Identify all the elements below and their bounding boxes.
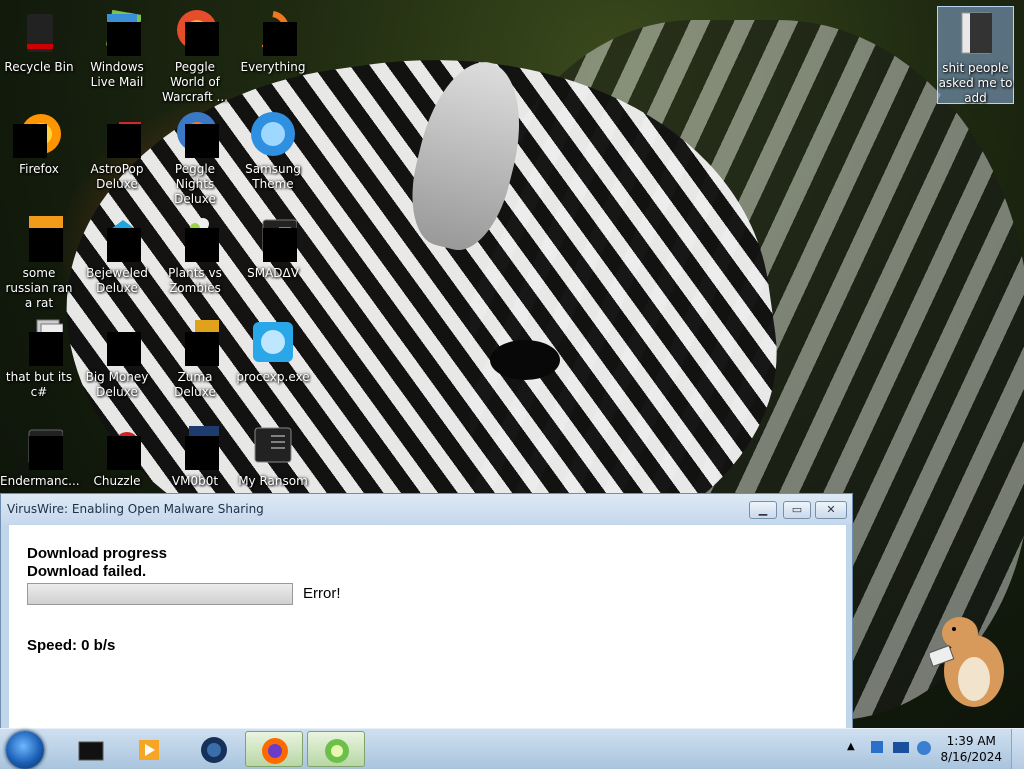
window-title: VirusWire: Enabling Open Malware Sharing	[7, 502, 264, 516]
download-progress-bar	[27, 583, 293, 605]
desktop-icon-recycle-bin[interactable]: Recycle Bin	[0, 8, 78, 75]
close-button[interactable]: ✕	[815, 501, 847, 519]
desktop-icon-windows-live-mail[interactable]: Windows Live Mail	[78, 8, 156, 90]
window-content: Download progress Download failed. Error…	[9, 525, 846, 728]
clock-date: 8/16/2024	[940, 750, 1002, 764]
download-header: Download progress Download failed.	[27, 545, 167, 581]
firefox-icon	[262, 738, 288, 764]
peggle-icon	[171, 110, 219, 158]
speed-label: Speed: 0 b/s	[27, 637, 116, 654]
minimize-button[interactable]: ▁	[749, 501, 777, 519]
network-icon[interactable]	[869, 739, 887, 757]
gem-icon	[93, 214, 141, 262]
taskbar-app-media-player[interactable]	[120, 731, 178, 767]
desktop-icon-zuma-deluxe[interactable]: Zuma Deluxe	[156, 318, 234, 400]
desktop-icon-everything[interactable]: Everything	[234, 8, 312, 75]
game-icon	[93, 318, 141, 366]
game-icon	[93, 422, 141, 470]
taskbar-app-firefox[interactable]	[245, 731, 303, 767]
desktop-icon-samsung-theme[interactable]: Samsung Theme	[234, 110, 312, 192]
theme-icon	[249, 110, 297, 158]
desktop-icon-peggle-nights-deluxe[interactable]: Peggle Nights Deluxe	[156, 110, 234, 207]
folder-icon	[952, 9, 1000, 57]
desktop-icon-some-russian-ran-a-rat[interactable]: some russian ran a rat	[0, 214, 78, 311]
firefox-icon	[13, 110, 63, 158]
taskbar-app-cmd[interactable]	[62, 731, 120, 767]
cmd-icon	[78, 741, 104, 761]
monitor-icon[interactable]	[892, 739, 910, 757]
desktop-icon-my-ransom[interactable]: My Ransom	[234, 422, 312, 489]
desktop-icon-plants-vs-zombies[interactable]: Plants vs Zombies	[156, 214, 234, 296]
wallpaper-zebra-eye	[490, 340, 560, 380]
clock-time: 1:39 AM	[946, 734, 996, 748]
desktop-icon-chuzzle[interactable]: Chuzzle	[78, 422, 156, 489]
mail-icon	[93, 8, 142, 56]
volume-icon[interactable]	[915, 739, 933, 757]
window-titlebar[interactable]: VirusWire: Enabling Open Malware Sharing…	[1, 494, 852, 524]
peggle-icon	[171, 8, 219, 56]
process-explorer-icon	[249, 318, 297, 366]
desktop-icon-astropop-deluxe[interactable]: AstroPop Deluxe	[78, 110, 156, 192]
document-icon	[249, 214, 298, 262]
tray-expand-icon[interactable]: ▲	[847, 741, 855, 752]
app-icon	[15, 214, 63, 262]
desktop-icon-big-money-deluxe[interactable]: Big Money Deluxe	[78, 318, 156, 400]
plant-icon	[171, 214, 219, 262]
desktop-icon-vm0b0t[interactable]: VM0b0t	[156, 422, 234, 489]
desktop-icon-firefox[interactable]: Firefox	[0, 110, 78, 177]
desktop-icon-bejeweled-deluxe[interactable]: Bejeweled Deluxe	[78, 214, 156, 296]
virus-wire-icon	[325, 739, 349, 763]
download-status: Download failed.	[27, 563, 147, 580]
desktop-icon-that-but-its-csharp[interactable]: that but its c#	[0, 318, 78, 400]
document-icon	[15, 422, 64, 470]
hamster-desktop-pet[interactable]	[927, 605, 1010, 710]
system-tray: ▲	[845, 729, 945, 769]
start-button[interactable]	[6, 731, 44, 769]
download-progress-heading: Download progress	[27, 545, 168, 562]
desktop-icon-peggle-world-of-warcraft[interactable]: Peggle World of Warcraft ...	[156, 8, 234, 105]
globe-icon	[201, 737, 227, 763]
taskbar-app-globe[interactable]	[185, 731, 243, 767]
vm-icon	[171, 422, 219, 470]
desktop-folder[interactable]: shit people asked me to add	[937, 6, 1014, 105]
clock[interactable]: 1:39 AM 8/16/2024	[940, 733, 1002, 765]
maximize-button[interactable]: ▭	[783, 501, 811, 519]
show-desktop-button[interactable]	[1011, 729, 1024, 769]
desktop-icon-endermanch[interactable]: Endermanc...	[0, 422, 80, 489]
search-app-icon	[249, 8, 297, 56]
stack-icon	[15, 318, 64, 366]
virus-wire-window[interactable]: VirusWire: Enabling Open Malware Sharing…	[0, 493, 853, 729]
document-icon	[249, 422, 297, 470]
recycle-bin-icon	[15, 8, 63, 56]
game-icon	[171, 318, 219, 366]
game-icon	[93, 110, 141, 158]
desktop-icon-smadav[interactable]: SMADΔV	[234, 214, 312, 281]
desktop-icon-procexp[interactable]: procexp.exe	[234, 318, 312, 385]
error-label: Error!	[303, 585, 341, 602]
taskbar-app-virus-wire[interactable]	[307, 731, 365, 767]
media-player-icon	[139, 740, 159, 760]
taskbar: ▲ 1:39 AM 8/16/2024	[0, 728, 1024, 769]
